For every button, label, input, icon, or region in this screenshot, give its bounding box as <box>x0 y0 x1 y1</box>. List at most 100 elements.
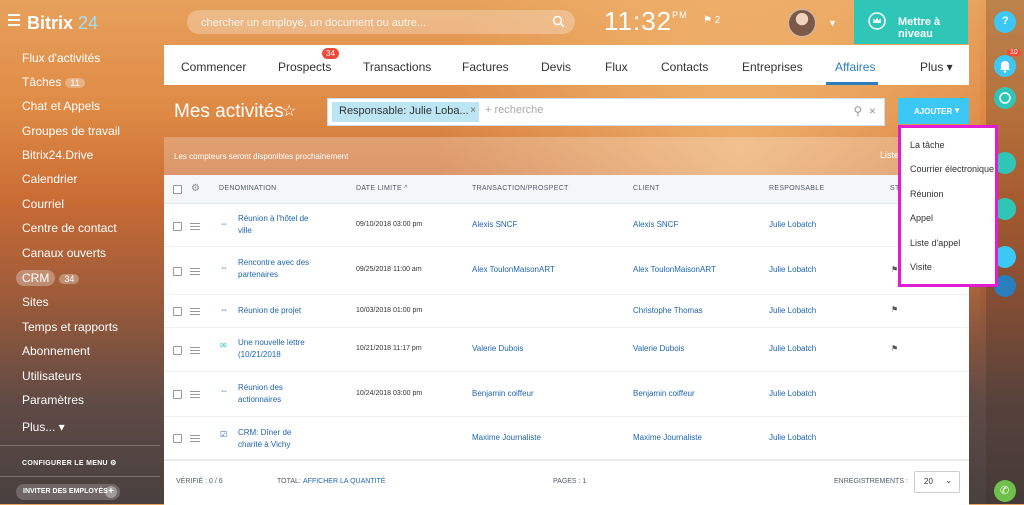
row-checkbox[interactable] <box>173 434 182 443</box>
tab-prospects[interactable]: Prospects <box>278 60 331 74</box>
activity-responsible[interactable]: Julie Lobatch <box>769 433 816 442</box>
activity-client[interactable]: Maxime Journaliste <box>633 433 702 442</box>
activity-name-line2[interactable]: charité à Vichy <box>238 440 290 449</box>
configure-menu-button[interactable]: CONFIGURER LE MENU ⚙ <box>22 459 117 467</box>
row-menu-icon[interactable] <box>190 433 200 444</box>
chat-icon[interactable] <box>994 87 1016 109</box>
filter-search-input[interactable]: + recherche <box>485 104 543 116</box>
column-header-denomination[interactable]: DENOMINATION <box>219 185 277 192</box>
menu-item-call[interactable]: Appel <box>910 213 933 223</box>
tab-entreprises[interactable]: Entreprises <box>742 60 803 74</box>
column-header-transaction[interactable]: TRANSACTION/PROSPECT <box>472 185 569 192</box>
tab-contacts[interactable]: Contacts <box>661 60 708 74</box>
menu-item-meeting[interactable]: Réunion <box>910 189 944 199</box>
menu-item-tasks[interactable]: Tâches 11 <box>22 75 85 89</box>
activity-name[interactable]: Réunion de projet <box>238 306 301 315</box>
tab-transactions[interactable]: Transactions <box>363 60 431 74</box>
column-header-responsible[interactable]: RESPONSABLE <box>769 185 824 192</box>
menu-item-crm[interactable]: CRM 34 <box>16 270 80 286</box>
table-row[interactable]: ⇔ Rencontre avec des partenaires 09/25/2… <box>164 247 969 295</box>
activity-name[interactable]: Rencontre avec des <box>238 258 309 267</box>
gear-icon[interactable]: ⚙ <box>191 183 200 194</box>
menu-item-contact-center[interactable]: Centre de contact <box>22 221 117 235</box>
activity-name[interactable]: Réunion des <box>238 383 283 392</box>
row-checkbox[interactable] <box>173 346 182 355</box>
column-header-deadline[interactable]: DATE LIMITE ^ <box>356 185 408 192</box>
hamburger-icon[interactable] <box>8 11 20 29</box>
activity-transaction[interactable]: Maxime Journaliste <box>472 433 541 442</box>
menu-item-workgroups[interactable]: Groupes de travail <box>22 124 120 138</box>
filter-chip[interactable]: Responsable: Julie Loba... × <box>332 102 479 122</box>
row-menu-icon[interactable] <box>190 221 200 232</box>
menu-item-call-list[interactable]: Liste d'appel <box>910 238 960 248</box>
clear-icon[interactable]: × <box>869 104 876 118</box>
tab-commencer[interactable]: Commencer <box>181 60 246 74</box>
menu-item-email[interactable]: Courrier électronique <box>910 164 994 174</box>
activity-client[interactable]: Alexis SNCF <box>633 220 678 229</box>
tab-factures[interactable]: Factures <box>462 60 509 74</box>
app-logo[interactable]: Bitrix 24 <box>8 11 98 34</box>
activity-name-line2[interactable]: actionnaires <box>238 395 281 404</box>
table-row[interactable]: ⇔ Réunion de projet 10/03/2018 01:00 pm … <box>164 295 969 328</box>
row-menu-icon[interactable] <box>190 389 200 400</box>
row-checkbox[interactable] <box>173 390 182 399</box>
search-input[interactable] <box>199 14 543 32</box>
row-checkbox[interactable] <box>173 307 182 316</box>
tab-devis[interactable]: Devis <box>541 60 571 74</box>
phone-icon[interactable]: ✆ <box>994 480 1016 502</box>
activity-client[interactable]: Christophe Thomas <box>633 306 703 315</box>
row-menu-icon[interactable] <box>190 306 200 317</box>
tab-affaires[interactable]: Affaires <box>835 60 875 74</box>
tab-flux[interactable]: Flux <box>605 60 628 74</box>
menu-item-activity-stream[interactable]: Flux d'activités <box>22 51 100 65</box>
menu-item-more[interactable]: Plus... ▾ <box>22 420 65 434</box>
activity-transaction[interactable]: Benjamin coiffeur <box>472 389 534 398</box>
activity-name[interactable]: CRM: Dîner de <box>238 428 291 437</box>
tab-plus[interactable]: Plus ▾ <box>920 60 953 74</box>
help-icon[interactable]: ? <box>994 11 1016 33</box>
menu-item-sites[interactable]: Sites <box>22 295 49 309</box>
menu-item-subscription[interactable]: Abonnement <box>22 344 90 358</box>
flag-counter[interactable]: ⚑ 2 <box>703 15 720 26</box>
activity-responsible[interactable]: Julie Lobatch <box>769 389 816 398</box>
row-menu-icon[interactable] <box>190 345 200 356</box>
star-icon[interactable]: ☆ <box>282 101 296 121</box>
user-avatar[interactable] <box>788 9 816 37</box>
show-quantity-link[interactable]: AFFICHER LA QUANTITÉ <box>303 478 385 485</box>
menu-item-task[interactable]: La tâche <box>910 140 945 150</box>
menu-item-calendar[interactable]: Calendrier <box>22 172 77 186</box>
search-icon[interactable]: ⚲ <box>854 104 863 118</box>
table-row[interactable]: ☑ CRM: Dîner de charité à Vichy Maxime J… <box>164 417 969 460</box>
table-row[interactable]: ⇔ Réunion à l'hôtel de ville 09/10/2018 … <box>164 204 969 247</box>
row-checkbox[interactable] <box>173 222 182 231</box>
search-icon[interactable] <box>552 15 565 28</box>
activity-name-line2[interactable]: ville <box>238 226 252 235</box>
global-search[interactable] <box>187 10 575 34</box>
list-view-link[interactable]: Liste <box>880 150 899 160</box>
row-menu-icon[interactable] <box>190 266 200 277</box>
user-menu-chevron-down-icon[interactable]: ▼ <box>828 18 837 28</box>
notifications-icon[interactable]: 10 <box>994 49 1021 77</box>
invite-employees-button[interactable]: INVITER DES EMPLOYÉS + <box>16 484 120 500</box>
activity-client[interactable]: Valerie Dubois <box>633 344 684 353</box>
activity-client[interactable]: Alex ToulonMaisonART <box>633 265 716 274</box>
menu-item-mail[interactable]: Courriel <box>22 197 64 211</box>
menu-item-users[interactable]: Utilisateurs <box>22 369 81 383</box>
upgrade-button[interactable]: Mettre à niveau <box>854 0 968 44</box>
activity-transaction[interactable]: Alexis SNCF <box>472 220 517 229</box>
clock[interactable]: 11:32PM <box>604 6 688 37</box>
activity-name[interactable]: Réunion à l'hôtel de <box>238 214 308 223</box>
menu-item-chat[interactable]: Chat et Appels <box>22 99 100 113</box>
activity-responsible[interactable]: Julie Lobatch <box>769 220 816 229</box>
activity-name-line2[interactable]: (10/21/2018 <box>238 350 281 359</box>
menu-item-open-channels[interactable]: Canaux ouverts <box>22 246 106 260</box>
add-button[interactable]: AJOUTER ▼ <box>898 98 969 124</box>
activity-name[interactable]: Une nouvelle lettre <box>238 338 305 347</box>
table-row[interactable]: ⇔ Réunion des actionnaires 10/24/2018 03… <box>164 372 969 417</box>
close-icon[interactable]: × <box>470 105 476 116</box>
menu-item-drive[interactable]: Bitrix24.Drive <box>22 148 93 162</box>
menu-item-settings[interactable]: Paramètres <box>22 393 84 407</box>
activity-transaction[interactable]: Valerie Dubois <box>472 344 523 353</box>
menu-item-visit[interactable]: Visite <box>910 262 932 272</box>
activity-transaction[interactable]: Alex ToulonMaisonART <box>472 265 555 274</box>
